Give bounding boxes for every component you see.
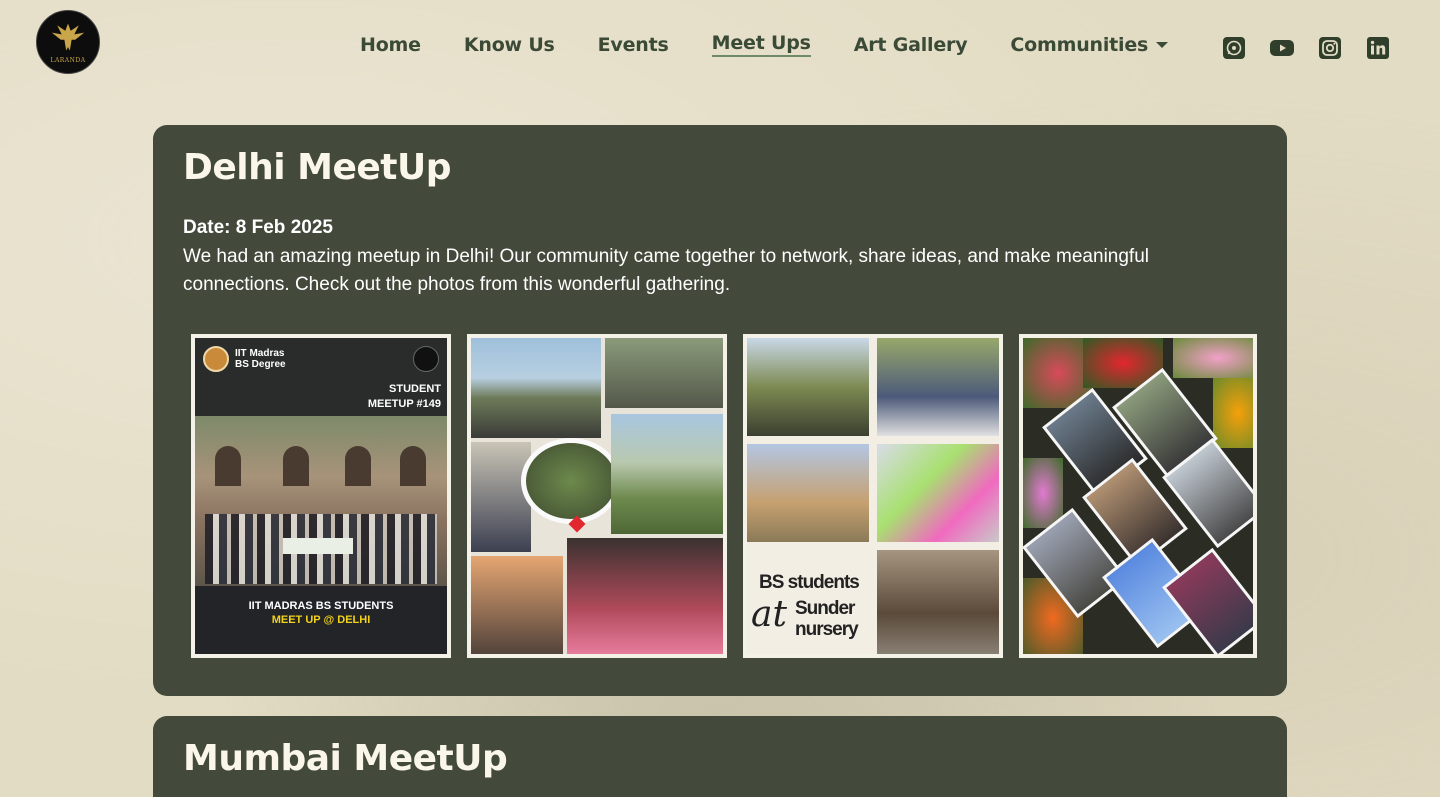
meetup-photo-diagonal[interactable] bbox=[1019, 334, 1257, 658]
poster-meetup-label: STUDENT MEETUP #149 bbox=[368, 382, 441, 412]
grid-caption-line3b: nursery bbox=[795, 619, 859, 640]
poster-meet-line1: STUDENT bbox=[389, 383, 441, 395]
poster-uni-line1: IIT Madras bbox=[235, 348, 285, 359]
main-nav: Home Know Us Events Meet Ups Art Gallery… bbox=[360, 32, 1211, 57]
group-photo bbox=[195, 416, 447, 590]
nav-meet-ups[interactable]: Meet Ups bbox=[711, 32, 811, 57]
poster-caption: IIT MADRAS BS STUDENTS MEET UP @ DELHI bbox=[195, 586, 447, 654]
meetup-photo-collage[interactable] bbox=[467, 334, 727, 658]
poster-caption-line1: IIT MADRAS BS STUDENTS bbox=[248, 600, 394, 612]
meetup-title: Delhi MeetUp bbox=[183, 147, 452, 188]
grid-caption-line3: Sunder nursery bbox=[795, 598, 859, 640]
phoenix-icon bbox=[51, 23, 85, 51]
nav-communities-label: Communities bbox=[1010, 33, 1149, 56]
site-logo[interactable]: LARANDA bbox=[36, 10, 100, 74]
meetup-title: Mumbai MeetUp bbox=[183, 738, 508, 779]
phoenix-badge-icon bbox=[413, 346, 439, 372]
meetup-card-delhi: Delhi MeetUp Date: 8 Feb 2025 We had an … bbox=[153, 125, 1287, 696]
nav-communities[interactable]: Communities bbox=[1010, 33, 1169, 56]
nav-art-gallery[interactable]: Art Gallery bbox=[854, 34, 968, 56]
poster-header: IIT Madras BS Degree STUDENT MEETUP #149 bbox=[195, 338, 447, 416]
grid-caption-line1: BS students bbox=[759, 572, 860, 593]
grid-caption-line3a: Sunder bbox=[795, 598, 855, 619]
poster-meet-line2: MEETUP #149 bbox=[367, 398, 441, 410]
meetup-card-mumbai: Mumbai MeetUp bbox=[153, 716, 1287, 797]
meetup-description: We had an amazing meetup in Delhi! Our c… bbox=[183, 246, 1149, 295]
caret-down-icon bbox=[1156, 41, 1169, 48]
meetup-photo-gallery: IIT Madras BS Degree STUDENT MEETUP #149 bbox=[191, 334, 1257, 658]
whatsapp-icon[interactable] bbox=[1222, 36, 1246, 60]
social-links bbox=[1222, 36, 1390, 60]
iitm-seal-icon bbox=[203, 346, 229, 372]
meetup-photo-poster[interactable]: IIT Madras BS Degree STUDENT MEETUP #149 bbox=[191, 334, 451, 658]
instagram-icon[interactable] bbox=[1318, 36, 1342, 60]
poster-caption-line2: MEET UP @ DELHI bbox=[271, 614, 371, 626]
grid-caption-line2: at bbox=[751, 594, 787, 635]
poster-uni-line2: BS Degree bbox=[235, 359, 286, 370]
nav-home[interactable]: Home bbox=[360, 34, 421, 56]
linkedin-icon[interactable] bbox=[1366, 36, 1390, 60]
grid-caption: BS students at Sunder nursery bbox=[747, 550, 869, 654]
meetup-date: Date: 8 Feb 2025 bbox=[183, 217, 333, 238]
nav-know-us[interactable]: Know Us bbox=[464, 34, 555, 56]
meetup-photo-grid[interactable]: BS students at Sunder nursery bbox=[743, 334, 1003, 658]
poster-uni-name: IIT Madras BS Degree bbox=[235, 348, 286, 370]
nav-events[interactable]: Events bbox=[598, 34, 669, 56]
youtube-icon[interactable] bbox=[1270, 36, 1294, 60]
logo-text: LARANDA bbox=[50, 57, 86, 64]
